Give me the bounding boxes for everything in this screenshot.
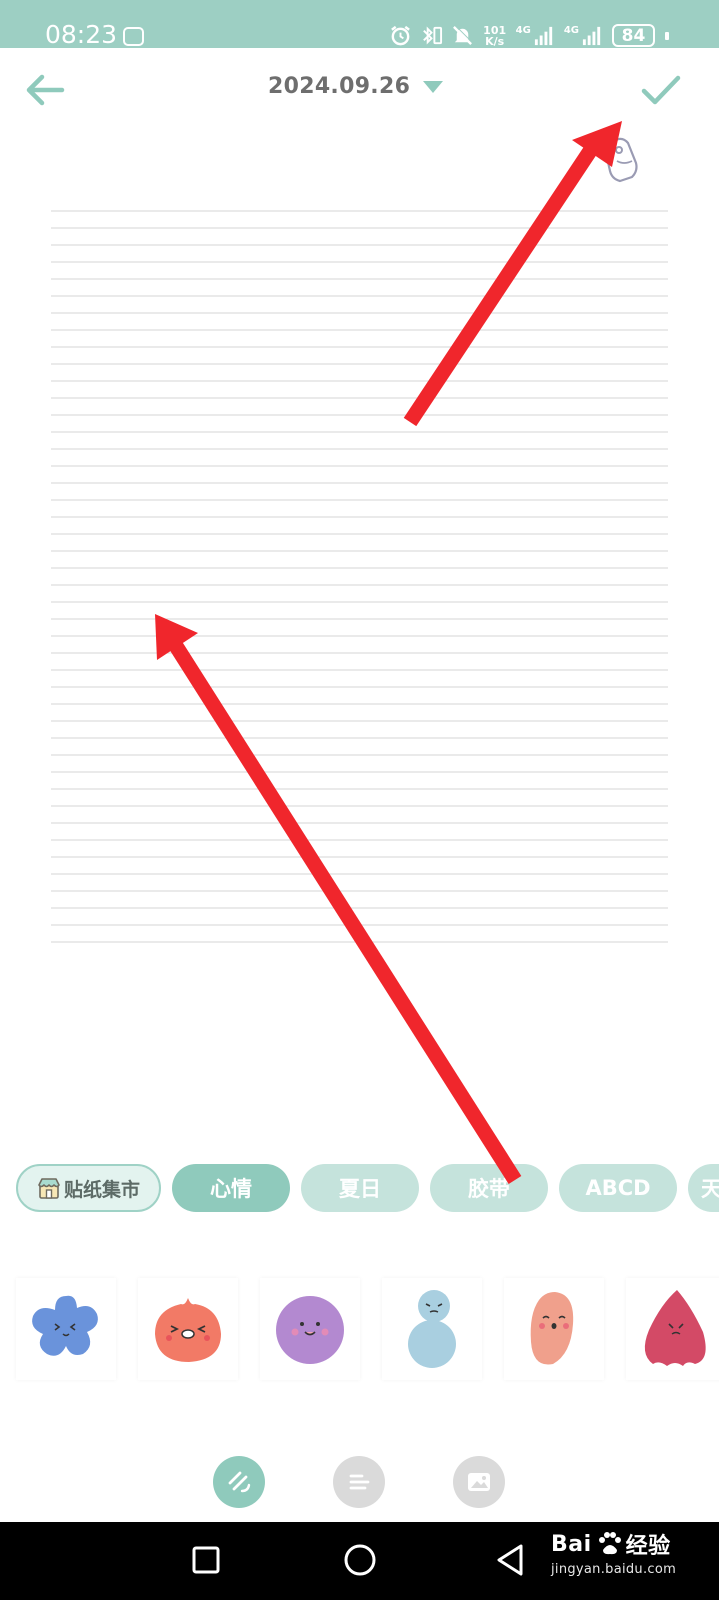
crimson-drop-sticker[interactable] [626, 1278, 719, 1380]
diary-editor[interactable] [51, 210, 668, 950]
sticker-list [16, 1278, 719, 1380]
sticker-market-label: 贴纸集市 [63, 1178, 140, 1201]
confirm-button[interactable] [640, 70, 682, 110]
shop-icon [38, 1178, 60, 1199]
home-button[interactable] [340, 1540, 380, 1580]
date-selector[interactable]: 2024.09.26 [268, 74, 444, 99]
signal-label-1: 4G [515, 25, 531, 36]
text-tool-button[interactable] [333, 1456, 385, 1508]
app-header: 2024.09.26 [0, 48, 719, 128]
watermark-url: jingyan.baidu.com [551, 1562, 677, 1577]
back-arrow-icon [26, 74, 65, 106]
blue-flower-sticker[interactable] [16, 1278, 116, 1380]
square-icon [192, 1546, 220, 1574]
sticker-category-tabs: 贴纸集市 心情 夏日 胶带 ABCD 天 [16, 1164, 719, 1212]
purple-circle-sticker[interactable] [260, 1278, 360, 1380]
signal-icon [582, 26, 601, 46]
back-button[interactable] [24, 70, 66, 110]
sticker-market-button[interactable]: 贴纸集市 [16, 1164, 161, 1212]
red-blob-sticker[interactable] [138, 1278, 238, 1380]
tab-weather[interactable]: 天 [688, 1164, 719, 1212]
tab-abcd[interactable]: ABCD [559, 1164, 677, 1212]
bluetooth-vibrate-icon [422, 26, 442, 45]
status-time: 08:23 [45, 20, 118, 49]
check-icon [641, 75, 681, 105]
caret-down-icon [423, 80, 444, 93]
battery-icon: 84 [612, 24, 655, 47]
nav-back-button[interactable] [491, 1540, 531, 1580]
battery-tip [665, 31, 669, 40]
tab-tape[interactable]: 胶带 [430, 1164, 548, 1212]
triangle-back-icon [497, 1544, 523, 1576]
status-bar: 08:23 101 K/s 4G 4G 84 [0, 0, 719, 49]
circle-icon [344, 1544, 376, 1576]
signal-label-2: 4G [563, 25, 579, 36]
recent-apps-button[interactable] [186, 1540, 226, 1580]
tab-mood[interactable]: 心情 [172, 1164, 290, 1212]
blue-gourd-sticker[interactable] [382, 1278, 482, 1380]
editor-toolbar [0, 1456, 719, 1508]
chat-bubble-icon [123, 27, 144, 46]
image-icon [468, 1473, 490, 1491]
paper-lines [51, 210, 668, 943]
alarm-icon [390, 25, 410, 46]
page-title: 2024.09.26 [268, 74, 411, 99]
pink-bean-sticker[interactable] [504, 1278, 604, 1380]
watermark: Bai 经验 jingyan.baidu.com [551, 1528, 677, 1578]
signal-icon [534, 26, 552, 46]
status-icons: 101 K/s 4G 4G 84 [389, 24, 669, 47]
tag-icon[interactable] [600, 135, 645, 187]
text-align-icon [349, 1474, 370, 1490]
paw-icon [598, 1532, 621, 1555]
watermark-logo: Bai 经验 [551, 1531, 671, 1560]
system-nav-bar: Bai 经验 jingyan.baidu.com [0, 1522, 719, 1600]
mute-icon [452, 25, 473, 45]
sticker-tool-button[interactable] [213, 1456, 265, 1508]
image-tool-button[interactable] [453, 1456, 505, 1508]
net-speed: 101 K/s [483, 23, 507, 48]
sticker-tool-icon [228, 1471, 251, 1493]
tab-summer[interactable]: 夏日 [301, 1164, 419, 1212]
